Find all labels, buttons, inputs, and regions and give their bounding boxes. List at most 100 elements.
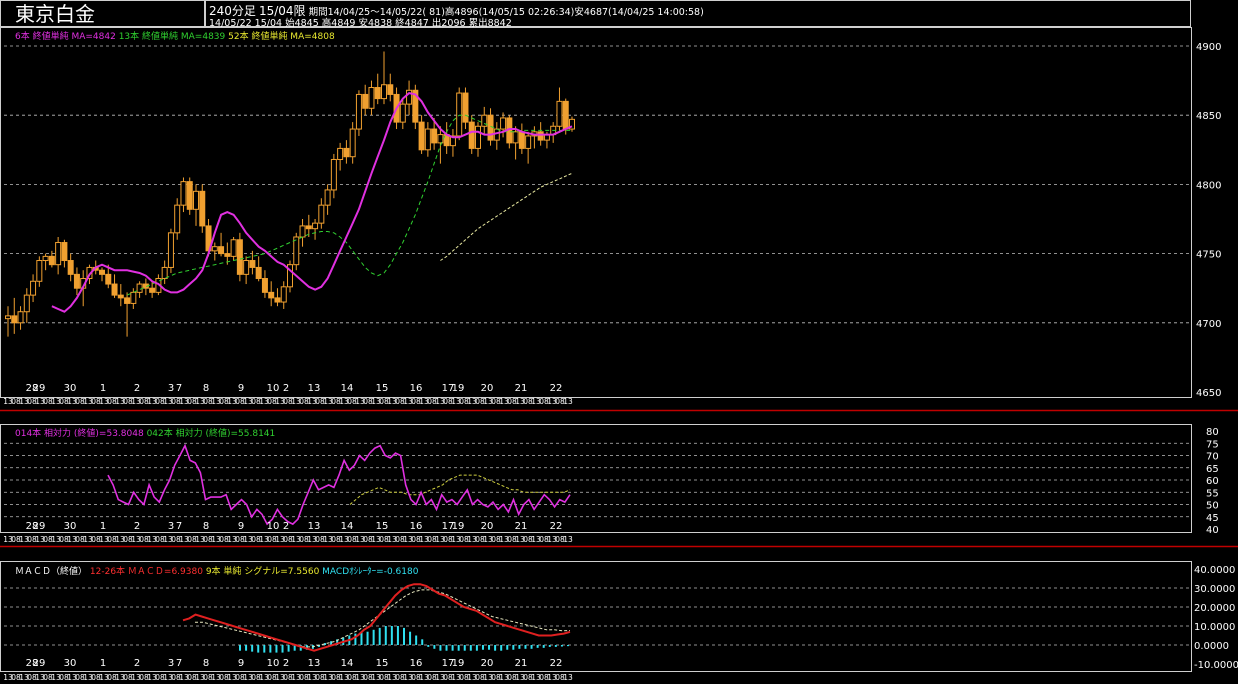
- candle-body: [337, 147, 344, 160]
- x-day-label: 22: [550, 658, 563, 669]
- candle-body: [424, 128, 431, 151]
- x-day-label: 21: [515, 383, 528, 394]
- rsi-y-tick: 45: [1206, 513, 1219, 524]
- macd-legend: ＭＡＣＤ（終値） 12-26本 ＭＡＣＤ=6.9380 9本 単純 シグナル=7…: [15, 564, 418, 577]
- price-y-tick: 4800: [1196, 180, 1221, 191]
- x-day-label: 22: [550, 383, 563, 394]
- candle-body: [36, 260, 43, 282]
- candle-body: [305, 225, 312, 230]
- price-y-tick: 4900: [1196, 42, 1221, 53]
- candle-body: [73, 273, 80, 289]
- x-day-label: 10: [267, 521, 280, 532]
- x-day-label: 1: [100, 521, 106, 532]
- candle-body: [456, 92, 463, 137]
- chart-canvas: 4900485048004750470046502829 30 1 2 3 7 8 9 10 2 1…: [0, 27, 1238, 682]
- rsi14-line: [107, 443, 571, 526]
- candle-body: [130, 291, 137, 304]
- x-hour-tick: 13: [563, 673, 573, 682]
- rsi-y-tick: 80: [1206, 427, 1219, 438]
- signal-legend: 9本 単純 シグナル=7.5560: [205, 567, 320, 577]
- candle-body: [293, 236, 300, 266]
- x-day-label: 29: [33, 521, 46, 532]
- candle-body: [124, 297, 131, 304]
- candle-body: [399, 103, 406, 123]
- macd-y-tick: -10.0000: [1194, 660, 1238, 671]
- x-day-label: 19: [452, 521, 465, 532]
- macd-line-legend: 12-26本 ＭＡＣＤ=6.9380: [89, 567, 203, 577]
- candle-body: [274, 297, 281, 303]
- x-day-label: 16: [410, 658, 423, 669]
- candle-body: [268, 291, 275, 299]
- x-day-label: 14: [341, 383, 354, 394]
- macd-y-tick: 30.0000: [1194, 584, 1235, 595]
- x-day-label: 13: [308, 383, 321, 394]
- candle-body: [174, 204, 181, 234]
- candle-body: [355, 93, 362, 130]
- x-day-label: 30: [64, 658, 77, 669]
- candle-body: [30, 280, 37, 296]
- candle-body: [218, 246, 225, 255]
- candle-body: [368, 87, 375, 109]
- macd-chart[interactable]: [182, 583, 571, 653]
- rsi-y-tick: 75: [1206, 439, 1219, 450]
- x-day-label: 19: [452, 658, 465, 669]
- candle-body: [67, 260, 74, 275]
- ma6-legend: 6本 終値単純 MA=4842: [15, 32, 116, 42]
- x-day-label: 15: [376, 658, 389, 669]
- rsi-y-tick: 50: [1206, 501, 1219, 512]
- ma13-legend: 13本 終値単純 MA=4839: [118, 32, 226, 42]
- x-day-label: 2: [283, 658, 289, 669]
- x-hour-tick: 13: [563, 397, 573, 406]
- candle-body: [537, 131, 544, 141]
- candle-body: [99, 269, 105, 275]
- ma52-legend: 52本 終値単純 MA=4808: [228, 32, 335, 42]
- candle-body: [518, 131, 525, 149]
- x-day-label: 2: [134, 658, 140, 669]
- candle-body: [199, 190, 206, 227]
- rsi-y-tick: 70: [1206, 452, 1219, 463]
- price-y-tick: 4700: [1196, 319, 1221, 330]
- candle-body: [105, 273, 112, 285]
- candle-body: [230, 239, 237, 257]
- candle-body: [117, 294, 124, 299]
- x-day-label: 10: [267, 383, 280, 394]
- x-day-label: 8: [203, 383, 209, 394]
- rsi-y-tick: 60: [1206, 476, 1219, 487]
- x-day-label: 7: [176, 383, 182, 394]
- candle-body: [362, 93, 369, 109]
- x-day-label: 16: [410, 383, 423, 394]
- candle-body: [243, 260, 250, 275]
- macd-y-tick: 20.0000: [1194, 603, 1235, 614]
- ohlc-summary: 14/05/22 15/04 始4845 高4849 安4838 終4847 出…: [209, 18, 512, 29]
- candle-body: [381, 84, 387, 100]
- candle-body: [324, 189, 331, 206]
- x-day-label: 1: [100, 658, 106, 669]
- x-day-label: 14: [341, 658, 354, 669]
- candle-body: [149, 287, 156, 293]
- x-day-label: 1: [100, 383, 106, 394]
- candle-body: [224, 253, 231, 257]
- x-day-label: 3: [168, 521, 174, 532]
- candle-body: [55, 242, 62, 266]
- price-y-tick: 4650: [1196, 388, 1221, 399]
- rsi-y-tick: 40: [1206, 525, 1219, 536]
- macd-y-tick: 0.0000: [1194, 641, 1229, 652]
- rsi14-legend: 014本 相対力 (終値)=53.8048: [15, 429, 144, 439]
- price-chart[interactable]: [5, 51, 575, 337]
- macd-y-tick: 40.0000: [1194, 565, 1235, 576]
- x-day-label: 16: [410, 521, 423, 532]
- x-day-label: 13: [308, 658, 321, 669]
- x-day-label: 7: [176, 521, 182, 532]
- candle-body: [562, 100, 569, 130]
- candle-body: [61, 242, 68, 262]
- x-day-label: 3: [168, 658, 174, 669]
- candle-body: [186, 181, 193, 210]
- x-hour-tick: 13: [563, 535, 573, 544]
- candle-body: [23, 294, 30, 313]
- candle-body: [5, 315, 11, 320]
- candle-body: [180, 181, 187, 206]
- signal-line: [195, 589, 571, 648]
- x-day-label: 9: [238, 521, 244, 532]
- candle-body: [249, 260, 256, 268]
- rsi-chart[interactable]: [107, 443, 571, 526]
